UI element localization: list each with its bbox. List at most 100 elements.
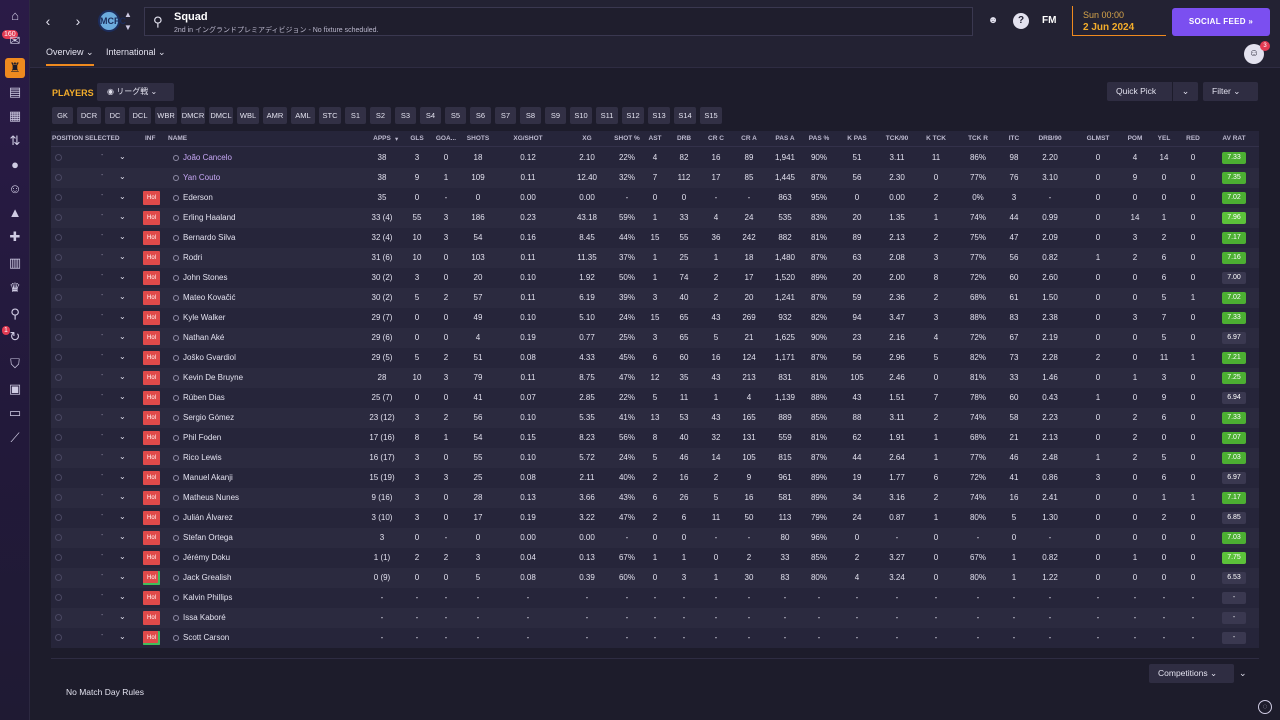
position-dropdown-chevron-icon[interactable]: ⌄ <box>119 292 126 301</box>
player-name[interactable]: Manuel Akanji <box>173 473 233 482</box>
holiday-badge[interactable]: Hol <box>143 591 160 605</box>
position-chip-s11[interactable]: S11 <box>596 107 618 124</box>
tab-overview[interactable]: Overview ⌄ <box>46 47 94 66</box>
trophy-icon[interactable]: ♛ <box>7 280 23 296</box>
staff-icon[interactable]: ☺ <box>7 181 23 197</box>
table-row[interactable]: - ⌄ Hol Joško Gvardiol 29 (5) 5 2 51 0.08 4.33 45%… <box>51 348 1259 368</box>
row-select-radio[interactable] <box>55 514 62 521</box>
title-search-box[interactable]: ⚲ Squad 2nd in イングランドプレミアディビジョン - No fix… <box>144 7 973 36</box>
expand-chevron-icon[interactable]: ⌄ <box>1239 668 1247 679</box>
player-name[interactable]: Matheus Nunes <box>173 493 239 502</box>
table-row[interactable]: - ⌄ Hol Kyle Walker 29 (7) 0 0 49 0.10 5.10 24% 15 6… <box>51 308 1259 328</box>
holiday-badge[interactable]: Hol <box>143 491 160 505</box>
row-select-radio[interactable] <box>55 334 62 341</box>
column-header-av-rat[interactable]: AV RAT <box>1214 135 1254 142</box>
tactics-icon[interactable]: ▤ <box>7 84 23 100</box>
position-dropdown-chevron-icon[interactable]: ⌄ <box>119 212 126 221</box>
position-dropdown-chevron-icon[interactable]: ⌄ <box>119 252 126 261</box>
column-header-xg[interactable]: XG <box>567 135 607 142</box>
assistant-icon[interactable]: ◌ <box>1258 700 1272 714</box>
player-name[interactable]: Rúben Dias <box>173 393 225 402</box>
column-header-shots[interactable]: SHOTS <box>458 135 498 142</box>
table-row[interactable]: - ⌄ Hol Mateo Kovačić 30 (2) 5 2 57 0.11 6.19 39% 3… <box>51 288 1259 308</box>
column-header-k-pas[interactable]: K PAS <box>837 135 877 142</box>
holiday-badge[interactable]: Hol <box>143 611 160 625</box>
player-name[interactable]: Phil Foden <box>173 433 221 442</box>
position-dropdown-chevron-icon[interactable]: ⌄ <box>119 412 126 421</box>
column-header-tck-r[interactable]: TCK R <box>958 135 998 142</box>
holiday-badge[interactable]: Hol <box>143 211 160 225</box>
row-select-radio[interactable] <box>55 254 62 261</box>
back-arrow-icon[interactable]: ‹ <box>38 10 58 32</box>
position-chip-s4[interactable]: S4 <box>420 107 441 124</box>
table-row[interactable]: - ⌄ Hol Manuel Akanji 15 (19) 3 3 25 0.08 2.11 40%… <box>51 468 1259 488</box>
position-dropdown-chevron-icon[interactable]: ⌄ <box>119 452 126 461</box>
position-dropdown-chevron-icon[interactable]: ⌄ <box>119 512 126 521</box>
position-chip-s12[interactable]: S12 <box>622 107 644 124</box>
row-select-radio[interactable] <box>55 174 62 181</box>
row-select-radio[interactable] <box>55 594 62 601</box>
table-row[interactable]: - ⌄ Hol Bernardo Silva 32 (4) 10 3 54 0.16 8.45 44… <box>51 228 1259 248</box>
row-select-radio[interactable] <box>55 234 62 241</box>
row-select-radio[interactable] <box>55 354 62 361</box>
table-row[interactable]: - ⌄ Hol Nathan Aké 29 (6) 0 0 4 0.19 0.77 25% 3 65 5 2… <box>51 328 1259 348</box>
position-chip-s5[interactable]: S5 <box>445 107 466 124</box>
holiday-badge[interactable]: Hol <box>143 371 160 385</box>
position-dropdown-chevron-icon[interactable]: ⌄ <box>119 632 126 641</box>
position-dropdown-chevron-icon[interactable]: ⌄ <box>119 592 126 601</box>
social-feed-button[interactable]: SOCIAL FEED » <box>1172 8 1270 36</box>
row-select-radio[interactable] <box>55 554 62 561</box>
holiday-badge[interactable]: Hol <box>143 471 160 485</box>
gamepad-icon[interactable]: ☻ <box>985 13 1001 29</box>
table-row[interactable]: - ⌄ Hol Sergio Gómez 23 (12) 3 2 56 0.10 5.35 41% 1… <box>51 408 1259 428</box>
column-header-inf[interactable]: INF <box>145 135 155 142</box>
table-row[interactable]: - ⌄ Hol Phil Foden 17 (16) 8 1 54 0.15 8.23 56% 8 40… <box>51 428 1259 448</box>
position-dropdown-chevron-icon[interactable]: ⌄ <box>119 532 126 541</box>
position-chip-s13[interactable]: S13 <box>648 107 670 124</box>
row-select-radio[interactable] <box>55 474 62 481</box>
position-dropdown-chevron-icon[interactable]: ⌄ <box>119 152 126 161</box>
holiday-badge[interactable]: Hol <box>143 411 160 425</box>
schedule-icon[interactable]: ● <box>7 157 23 173</box>
row-select-radio[interactable] <box>55 434 62 441</box>
row-select-radio[interactable] <box>55 374 62 381</box>
filter-button[interactable]: Filter ⌄ <box>1203 82 1258 101</box>
player-name[interactable]: Rico Lewis <box>173 453 222 462</box>
position-dropdown-chevron-icon[interactable]: ⌄ <box>119 332 126 341</box>
holiday-badge[interactable]: Hol <box>143 451 160 465</box>
position-dropdown-chevron-icon[interactable]: ⌄ <box>119 572 126 581</box>
training-icon[interactable]: ▲ <box>7 205 23 221</box>
position-dropdown-chevron-icon[interactable]: ⌄ <box>119 192 126 201</box>
position-dropdown-chevron-icon[interactable]: ⌄ <box>119 312 126 321</box>
row-select-radio[interactable] <box>55 534 62 541</box>
holiday-badge[interactable]: Hol <box>143 571 160 585</box>
column-header-pas[interactable]: PAS % <box>799 135 839 142</box>
row-select-radio[interactable] <box>55 394 62 401</box>
position-chip-s10[interactable]: S10 <box>570 107 592 124</box>
position-chip-dcl[interactable]: DCL <box>129 107 151 124</box>
column-header-xg-shot[interactable]: XG/SHOT <box>508 135 548 142</box>
player-name[interactable]: João Cancelo <box>173 153 232 162</box>
row-select-radio[interactable] <box>55 274 62 281</box>
position-dropdown-chevron-icon[interactable]: ⌄ <box>119 272 126 281</box>
position-chip-s2[interactable]: S2 <box>370 107 391 124</box>
view-selector[interactable]: ◉ リーグ戦 ⌄ <box>97 83 174 101</box>
position-chip-s1[interactable]: S1 <box>345 107 366 124</box>
finance-icon[interactable]: ▣ <box>7 381 23 397</box>
sort-desc-icon[interactable]: ▾ <box>395 135 398 143</box>
quick-pick-chevron-icon[interactable]: ⌄ <box>1172 82 1198 101</box>
position-chip-wbr[interactable]: WBR <box>155 107 177 124</box>
player-name[interactable]: Nathan Aké <box>173 333 224 342</box>
position-chip-s14[interactable]: S14 <box>674 107 696 124</box>
holiday-badge[interactable]: Hol <box>143 551 160 565</box>
row-select-radio[interactable] <box>55 634 62 641</box>
player-name[interactable]: John Stones <box>173 273 227 282</box>
position-chip-dmcr[interactable]: DMCR <box>181 107 205 124</box>
column-header-tck-90[interactable]: TCK/90 <box>877 135 917 142</box>
transfers-icon[interactable]: ↻ <box>7 329 23 345</box>
column-header-glmst[interactable]: GLMST <box>1078 135 1118 142</box>
player-name[interactable]: Issa Kaboré <box>173 613 226 622</box>
player-name[interactable]: Erling Haaland <box>173 213 235 222</box>
holiday-badge[interactable]: Hol <box>143 531 160 545</box>
table-row[interactable]: - ⌄ Hol Erling Haaland 33 (4) 55 3 186 0.23 43.18… <box>51 208 1259 228</box>
